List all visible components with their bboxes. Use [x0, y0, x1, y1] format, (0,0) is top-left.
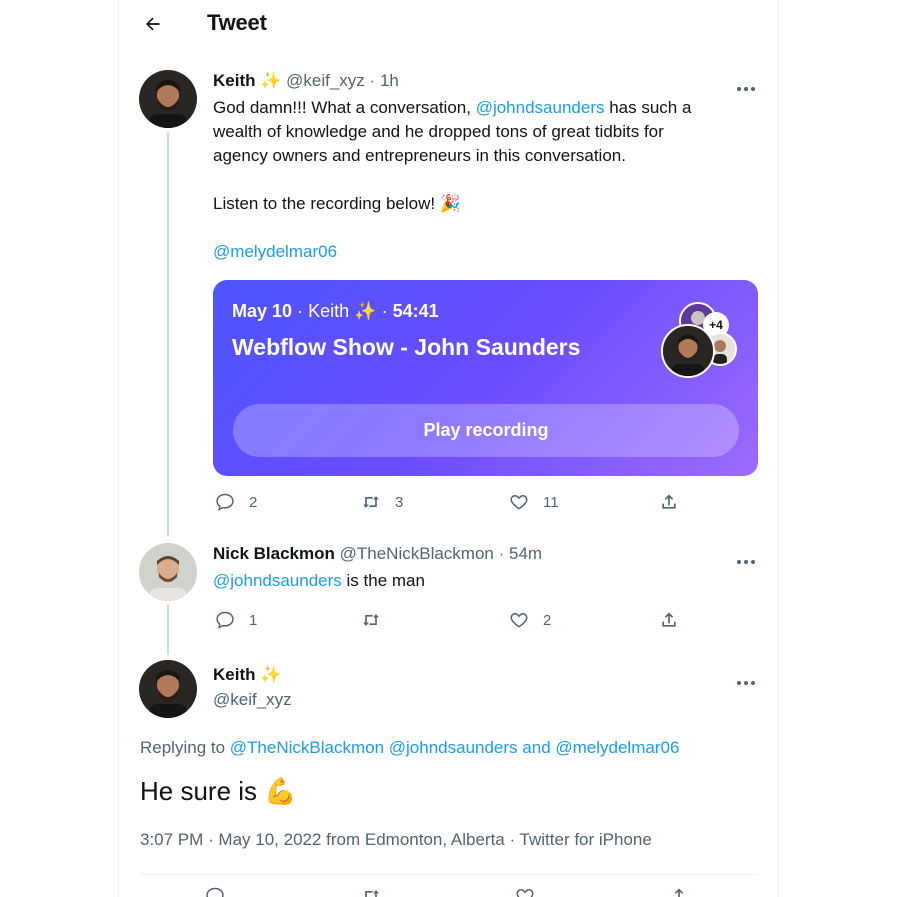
author-handle[interactable]: @keif_xyz: [213, 690, 292, 710]
author-handle[interactable]: @TheNickBlackmon: [340, 544, 494, 563]
more-options-icon[interactable]: [737, 78, 761, 91]
tweet-header: Keith ✨: [213, 665, 281, 685]
mention-link[interactable]: @melydelmar06: [555, 738, 679, 757]
mention-link[interactable]: @johndsaunders: [476, 98, 605, 117]
sparkles-emoji: ✨: [354, 301, 377, 321]
sparkles-emoji: ✨: [260, 665, 282, 684]
avatar-nick[interactable]: [139, 543, 197, 601]
retweet-icon[interactable]: [361, 886, 381, 897]
separator: ·: [381, 301, 388, 321]
retweet-button[interactable]: [361, 610, 395, 630]
reply-icon: [216, 611, 234, 629]
reply-icon: [216, 493, 234, 511]
space-duration: 54:41: [392, 301, 439, 321]
tweet-header: Keith ✨ @keif_xyz · 1h: [213, 71, 399, 91]
tweet-detail-column: Tweet Keith ✨ @keif_xyz · 1h God damn!!!…: [118, 0, 779, 897]
text-segment: is the man: [341, 571, 425, 590]
like-count: 2: [543, 611, 552, 629]
tweet-text: @johndsaunders is the man: [213, 569, 753, 593]
tweet-metadata[interactable]: 3:07 PM · May 10, 2022 from Edmonton, Al…: [140, 830, 652, 850]
text-line: Listen to the recording below! 🎉: [213, 194, 461, 213]
text-line: wealth of knowledge and he dropped tons …: [213, 122, 664, 141]
tweet-header: Nick Blackmon @TheNickBlackmon · 54m: [213, 544, 542, 564]
reply-count: 2: [249, 493, 258, 511]
retweet-count: 3: [395, 493, 404, 511]
page-title: Tweet: [207, 10, 267, 35]
replying-to: Replying to @TheNickBlackmon @johndsaund…: [140, 738, 679, 758]
space-title: Webflow Show - John Saunders: [232, 334, 581, 360]
back-arrow-icon[interactable]: [143, 14, 163, 34]
avatar-keith[interactable]: [139, 660, 197, 718]
author-handle[interactable]: @keif_xyz: [286, 71, 365, 90]
mention-link[interactable]: @johndsaunders: [389, 738, 518, 757]
share-icon: [662, 612, 676, 627]
replying-label: Replying to: [140, 738, 230, 757]
play-recording-button[interactable]: Play recording: [233, 404, 739, 457]
thread-line: [167, 132, 169, 536]
more-options-icon[interactable]: [737, 672, 761, 685]
reply-button[interactable]: 2: [215, 492, 257, 512]
sparkles-emoji: ✨: [260, 71, 282, 90]
like-button[interactable]: 2: [509, 610, 551, 630]
tweet-time[interactable]: 54m: [509, 544, 542, 563]
divider: [140, 874, 758, 875]
separator: ·: [297, 301, 304, 321]
reply-icon[interactable]: [205, 886, 225, 897]
reply-count: 1: [249, 611, 258, 629]
separator: ·: [498, 544, 505, 563]
like-button[interactable]: 11: [509, 492, 559, 512]
retweet-icon: [363, 496, 379, 508]
share-button[interactable]: [659, 492, 693, 512]
space-meta: May 10 · Keith ✨ · 54:41: [232, 301, 439, 322]
host-avatar: [661, 324, 715, 378]
space-host: Keith: [308, 301, 350, 321]
author-name[interactable]: Keith: [213, 71, 256, 90]
heart-icon: [510, 494, 528, 510]
mention-link[interactable]: @melydelmar06: [213, 240, 753, 264]
thread-line: [167, 605, 169, 655]
author-name[interactable]: Nick Blackmon: [213, 544, 335, 563]
tweet-text: God damn!!! What a conversation, @johnds…: [213, 96, 753, 264]
text-line: agency owners and entrepreneurs in this …: [213, 146, 626, 165]
share-button[interactable]: [659, 610, 693, 630]
like-count: 11: [543, 493, 559, 511]
space-date: May 10: [232, 301, 293, 321]
tweet-time[interactable]: 1h: [380, 71, 399, 90]
replying-and: and: [517, 738, 556, 757]
text-segment: has such a: [604, 98, 692, 117]
share-icon: [662, 494, 676, 509]
separator: ·: [369, 71, 376, 90]
reply-button[interactable]: 1: [215, 610, 257, 630]
share-icon[interactable]: [669, 886, 689, 897]
retweet-button[interactable]: 3: [361, 492, 403, 512]
text-segment: God damn!!! What a conversation,: [213, 98, 476, 117]
mention-link[interactable]: @TheNickBlackmon: [230, 738, 384, 757]
author-name[interactable]: Keith: [213, 665, 256, 684]
more-options-icon[interactable]: [737, 551, 761, 564]
avatar-keith[interactable]: [139, 70, 197, 128]
space-recording-card[interactable]: May 10 · Keith ✨ · 54:41 Webflow Show - …: [213, 280, 758, 476]
heart-icon: [510, 612, 528, 628]
heart-icon[interactable]: [515, 886, 535, 897]
tweet-text: He sure is 💪: [140, 776, 297, 806]
retweet-icon: [363, 614, 379, 626]
mention-link[interactable]: @johndsaunders: [213, 571, 342, 590]
participant-avatars: +4: [661, 302, 749, 382]
